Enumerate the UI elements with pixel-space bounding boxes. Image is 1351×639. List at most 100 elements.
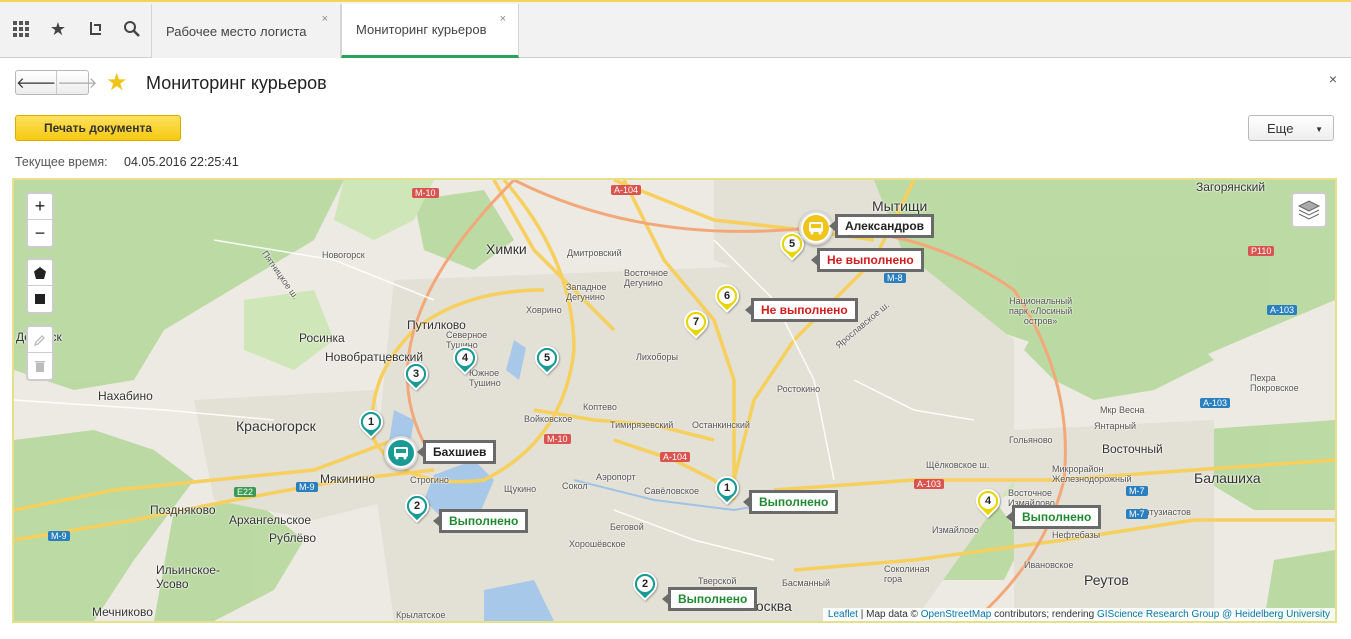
road-shield-m7: М-7 [1126, 486, 1148, 496]
map-label-mkr-vesna: Мкр Весна [1100, 405, 1145, 415]
close-icon[interactable]: × [1329, 71, 1337, 87]
map-label-ostankinsky: Останкинский [692, 420, 750, 430]
road-shield-a103: А-103 [914, 479, 945, 489]
tab-label: Мониторинг курьеров [356, 22, 487, 37]
map-label-ilyinskoe: Ильинское- Усово [156, 563, 220, 591]
arrow-right-icon: 🡒 [57, 75, 98, 92]
road-shield-a103: А-103 [1200, 398, 1231, 408]
map-label-tverskoy: Тверской [698, 576, 737, 586]
map-label-sokol: Сокол [562, 481, 588, 491]
road-shield-a104: А-104 [611, 185, 642, 195]
edit-layers-button[interactable] [28, 327, 52, 353]
map-label-neftebazy: Нефтебазы [1052, 530, 1101, 540]
map-label-yuzhnoe-tushino: Южное Тушино [469, 368, 501, 388]
favorite-star-icon[interactable]: ★ [106, 70, 128, 96]
history-icon[interactable] [83, 16, 109, 42]
map-label-rublevo: Рублёво [269, 531, 317, 545]
layers-button[interactable] [1291, 192, 1327, 228]
map-label-golyanovo: Гольяново [1009, 435, 1053, 445]
courier-vehicle-bakhshiev[interactable] [384, 436, 418, 470]
road-shield-m7: М-7 [1126, 509, 1148, 519]
status-badge-done: Выполнено [432, 509, 529, 533]
close-icon[interactable]: × [322, 13, 328, 25]
map-label-khimki: Химки [486, 241, 527, 257]
map-label-sokolinaya: Соколиная гора [884, 564, 930, 584]
more-button[interactable]: Еще ▼ [1248, 115, 1334, 141]
map-label-savelovskoe: Савёловское [644, 486, 699, 496]
osm-link[interactable]: OpenStreetMap [921, 609, 992, 620]
map-label-national-park: Национальный парк «Лосиный остров» [1009, 296, 1073, 326]
status-badge-done: Выполнено [742, 490, 839, 514]
leaflet-link[interactable]: Leaflet [828, 609, 858, 620]
road-shield-m8: М-8 [884, 273, 906, 283]
road-shield-p110: Р110 [1248, 246, 1275, 256]
draw-control [26, 258, 54, 314]
square-icon [35, 294, 45, 304]
courier-name-tag: Бахшиев [416, 440, 497, 464]
map-attribution: Leaflet | Map data © OpenStreetMap contr… [822, 608, 1335, 621]
map-label-airport: Аэропорт [596, 472, 636, 482]
road-shield-a103: А-103 [1267, 305, 1298, 315]
map-label-dmitrovsky: Дмитровский [567, 248, 622, 258]
map-label-likhobory: Лихоборы [636, 352, 678, 362]
status-badge-not-done: Не выполнено [811, 248, 924, 272]
map-label-mytishchi: Мытищи [872, 198, 928, 214]
navigation-buttons: 🡐 🡒 [15, 70, 97, 95]
zoom-in-button[interactable]: + [28, 194, 52, 220]
road-shield-m10: М-10 [412, 188, 439, 198]
map-label-krasnogorsk: Красногорск [236, 418, 316, 434]
close-icon[interactable]: × [500, 13, 506, 25]
map-label-khovrino: Ховрино [526, 305, 562, 315]
trash-icon [35, 361, 45, 372]
tab-courier-monitoring[interactable]: Мониторинг курьеров × [341, 4, 519, 58]
map-label-balashikha: Балашиха [1194, 470, 1261, 486]
zoom-out-button[interactable]: − [28, 220, 52, 246]
layers-icon [1297, 200, 1321, 220]
print-document-button[interactable]: Печать документа [15, 115, 181, 141]
map-label-mechnikovo: Мечниково [92, 605, 153, 619]
giscience-link[interactable]: GIScience Research Group @ Heidelberg Un… [1097, 609, 1330, 620]
map-label-reutov: Реутов [1084, 572, 1129, 588]
top-bar: ★ Рабочее место логиста × Мониторинг кур… [0, 0, 1351, 58]
map-label-izmaylovo: Измайлово [932, 525, 979, 535]
map-label-ivanovskoe: Ивановское [1024, 560, 1074, 570]
map-label-yantarny: Янтарный [1094, 421, 1136, 431]
map-label-basmanny: Басманный [782, 578, 831, 588]
arrow-left-icon: 🡐 [16, 75, 57, 92]
map-label-rostokino: Ростокино [777, 384, 821, 394]
more-label: Еще [1267, 120, 1294, 136]
map-label-vostochnoe-degunino: Восточное Дегунино [624, 268, 669, 288]
map-label-koptevo: Коптево [583, 402, 617, 412]
map-label-krylatskoe: Крылатское [396, 610, 446, 620]
map-label-pekhra: Пехра Покровское [1250, 373, 1299, 393]
back-button[interactable]: 🡐 [16, 71, 56, 94]
bottom-strip [0, 627, 1351, 639]
courier-map[interactable]: Химки Мытищи Красногорск Нахабино Балаши… [12, 178, 1337, 623]
bus-icon [803, 215, 829, 241]
map-label-myakinino: Мякинино [320, 472, 376, 486]
delete-layers-button[interactable] [28, 353, 52, 379]
map-label-voykovskoe: Войковское [524, 414, 573, 424]
status-badge-not-done: Не выполнено [745, 298, 858, 322]
apps-grid-icon[interactable] [8, 16, 34, 42]
map-label-vostochny: Восточный [1102, 442, 1163, 456]
courier-vehicle-aleksandrov[interactable] [799, 211, 833, 245]
map-label-strogino: Строгино [410, 475, 449, 485]
forward-button[interactable]: 🡒 [56, 71, 97, 94]
map-label-shchelkovskoe: Щёлковское ш. [926, 460, 990, 470]
zoom-control: + − [26, 192, 54, 248]
map-label-novobratsevsky: Новобратцевский [325, 350, 424, 364]
map-label-novogorsk: Новогорск [322, 250, 365, 260]
draw-rectangle-button[interactable] [28, 286, 52, 312]
map-label-mikrorayon: Микрорайон Железнодорожный [1052, 464, 1132, 484]
polygon-icon [34, 266, 46, 279]
map-base-layer [14, 180, 1335, 621]
draw-polygon-button[interactable] [28, 260, 52, 286]
tab-logistics-workplace[interactable]: Рабочее место логиста × [151, 4, 341, 58]
search-icon[interactable] [119, 16, 145, 42]
map-label-shchukino: Щукино [504, 484, 537, 494]
chevron-down-icon: ▼ [1315, 125, 1323, 134]
star-icon[interactable]: ★ [45, 16, 71, 42]
road-shield-m10: М-10 [544, 434, 571, 444]
map-label-zagoryansky: Загорянский [1196, 180, 1266, 194]
